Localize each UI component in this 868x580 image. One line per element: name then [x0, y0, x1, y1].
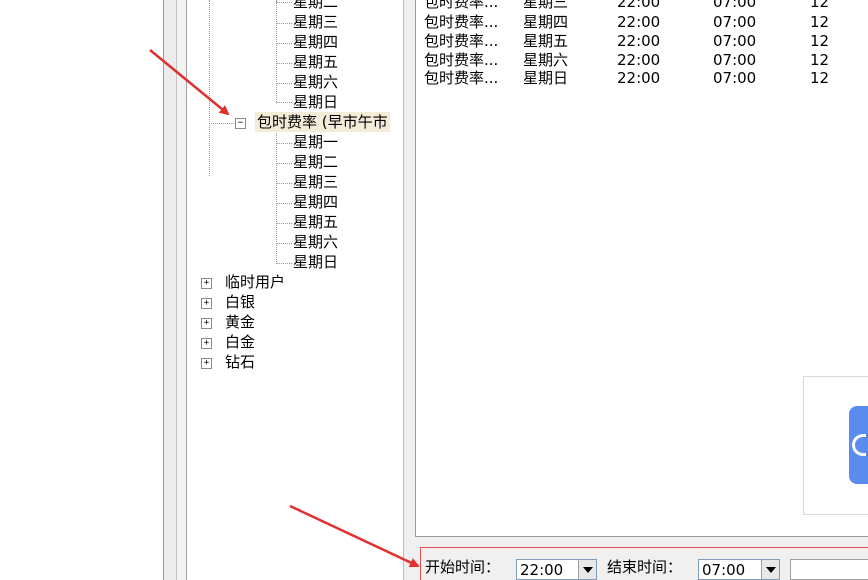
chevron-down-icon[interactable] — [761, 560, 779, 579]
tree-connector — [276, 183, 292, 184]
value-input[interactable] — [790, 559, 868, 580]
tree-item-root[interactable]: 白金 — [225, 332, 255, 352]
cell-day: 星期六 — [523, 51, 569, 69]
cell-value: 12 — [810, 69, 830, 87]
rate-list: 包时费率... 星期三 22:00 07:00 12 包时费率... 星期四 2… — [415, 0, 868, 537]
tree-item-root[interactable]: 钻石 — [225, 352, 255, 372]
tree-item-day[interactable]: 星期一 — [293, 132, 338, 152]
tree-connector — [276, 83, 292, 84]
start-time-label: 开始时间： — [425, 558, 501, 576]
rate-tree: 星期二 星期三 星期四 星期五 星期六 星期日 − 包时费率 (早市午市 星期一… — [187, 0, 403, 580]
cell-end: 07:00 — [713, 69, 757, 87]
tree-connector — [276, 243, 292, 244]
cell-value: 12 — [810, 32, 830, 50]
tree-connector — [276, 143, 292, 144]
tree-item-day[interactable]: 星期三 — [293, 172, 338, 192]
tree-connector — [276, 2, 292, 3]
cell-start: 22:00 — [617, 13, 661, 31]
tree-connector — [276, 23, 292, 24]
expand-icon[interactable]: + — [201, 318, 212, 329]
headset-icon — [852, 434, 866, 456]
cell-name: 包时费率... — [424, 0, 499, 11]
expand-icon[interactable]: + — [201, 338, 212, 349]
tree-item-root[interactable]: 黄金 — [225, 312, 255, 332]
tree-item-day[interactable]: 星期日 — [293, 252, 338, 272]
tree-connector — [276, 63, 292, 64]
start-time-value: 22:00 — [520, 561, 564, 579]
end-time-value: 07:00 — [702, 561, 746, 579]
cell-day: 星期三 — [523, 0, 569, 11]
tree-item-day[interactable]: 星期四 — [293, 192, 338, 212]
tree-connector — [276, 223, 292, 224]
tree-item-day[interactable]: 星期六 — [293, 72, 338, 92]
tree-connector — [276, 263, 292, 264]
splitter[interactable] — [177, 0, 186, 580]
start-time-select[interactable]: 22:00 — [516, 559, 597, 580]
tree-item-root[interactable]: 白银 — [225, 292, 255, 312]
cell-end: 07:00 — [713, 32, 757, 50]
cell-name: 包时费率... — [424, 13, 499, 31]
tree-item-day[interactable]: 星期六 — [293, 232, 338, 252]
tree-item-day[interactable]: 星期四 — [293, 32, 338, 52]
app-window: 星期二 星期三 星期四 星期五 星期六 星期日 − 包时费率 (早市午市 星期一… — [0, 0, 868, 580]
floating-assistant-button[interactable] — [849, 406, 868, 484]
cell-end: 07:00 — [713, 51, 757, 69]
cell-value: 12 — [810, 0, 830, 11]
tree-item-root[interactable]: 临时用户 — [225, 272, 285, 292]
cell-end: 07:00 — [713, 0, 757, 11]
cell-start: 22:00 — [617, 69, 661, 87]
left-blank-area — [0, 0, 163, 580]
cell-name: 包时费率... — [424, 69, 499, 87]
tree-connector — [276, 43, 292, 44]
tree-item-day[interactable]: 星期五 — [293, 52, 338, 72]
tree-item-day[interactable]: 星期三 — [293, 12, 338, 32]
cell-day: 星期日 — [523, 69, 569, 87]
tree-item-day[interactable]: 星期二 — [293, 0, 338, 12]
tree-connector — [276, 0, 277, 102]
cell-start: 22:00 — [617, 0, 661, 11]
cell-day: 星期四 — [523, 13, 569, 31]
tree-connector — [209, 0, 210, 176]
tree-item-day[interactable]: 星期二 — [293, 152, 338, 172]
tree-connector — [276, 203, 292, 204]
tree-connector — [276, 102, 292, 103]
collapse-icon[interactable]: − — [235, 118, 246, 129]
expand-icon[interactable]: + — [201, 298, 212, 309]
cell-name: 包时费率... — [424, 32, 499, 50]
tree-connector — [276, 163, 292, 164]
tree-connector — [209, 123, 236, 124]
cell-start: 22:00 — [617, 51, 661, 69]
cell-value: 12 — [810, 13, 830, 31]
tree-item-day[interactable]: 星期五 — [293, 212, 338, 232]
chevron-down-icon[interactable] — [578, 560, 596, 579]
tree-item-selected[interactable]: 包时费率 (早市午市 — [255, 112, 390, 132]
tree-item-day[interactable]: 星期日 — [293, 92, 338, 112]
cell-value: 12 — [810, 51, 830, 69]
cell-day: 星期五 — [523, 32, 569, 50]
cell-name: 包时费率... — [424, 51, 499, 69]
splitter[interactable] — [403, 0, 415, 580]
expand-icon[interactable]: + — [201, 278, 212, 289]
vertical-scrollbar[interactable] — [164, 0, 176, 580]
expand-icon[interactable]: + — [201, 358, 212, 369]
cell-end: 07:00 — [713, 13, 757, 31]
end-time-label: 结束时间： — [607, 558, 683, 576]
cell-start: 22:00 — [617, 32, 661, 50]
end-time-select[interactable]: 07:00 — [698, 559, 780, 580]
